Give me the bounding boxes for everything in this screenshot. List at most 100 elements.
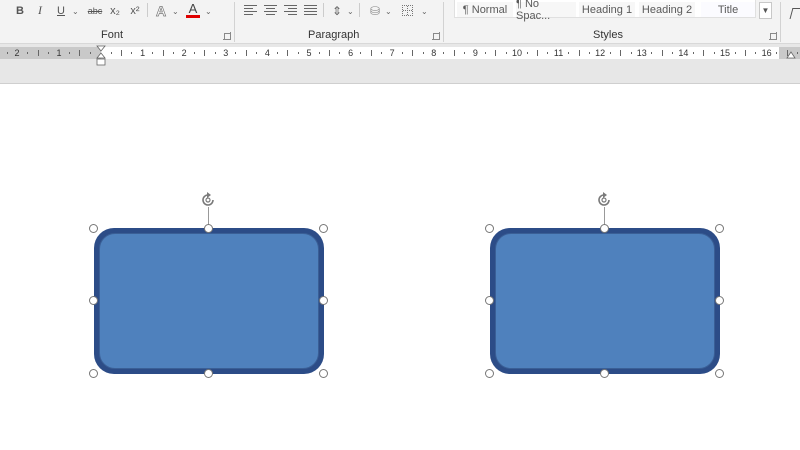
align-left-icon[interactable] [244,5,257,15]
ruler-tick [6,52,8,54]
ruler-tick [547,52,549,54]
line-spacing-dropdown-icon[interactable]: ⌄ [347,7,354,16]
font-color-dropdown-icon[interactable]: ⌄ [205,7,212,16]
ruler-tick [776,52,778,54]
ruler-tick [131,52,133,54]
resize-handle-top[interactable] [600,224,609,233]
style-heading-2[interactable]: Heading 2 [639,2,695,17]
divider [359,3,360,17]
strikethrough-button[interactable]: abc [84,2,106,19]
rotate-handle-icon[interactable] [594,190,614,210]
font-dialog-launcher-icon[interactable] [223,32,231,40]
resize-handle-bottom[interactable] [204,369,213,378]
ruler-tick [245,50,247,56]
resize-handle-left[interactable] [485,296,494,305]
indent-marker-icon[interactable] [96,45,106,67]
ruler-tick [48,52,50,54]
rounded-rectangle-fill[interactable] [495,233,715,369]
shading-button[interactable]: ⛁ [366,2,384,19]
resize-handle-right[interactable] [715,296,724,305]
ruler-tick [318,52,320,54]
font-color-button[interactable]: A [186,1,200,19]
document-page[interactable] [0,84,800,450]
styles-dialog-launcher-icon[interactable] [769,32,777,40]
ruler-tick [69,52,70,54]
rounded-rectangle-fill[interactable] [99,233,319,369]
ruler-tick [464,52,466,54]
justify-icon[interactable] [304,5,317,15]
style-no-spacing[interactable]: ¶ No Spac... [516,0,576,22]
style-normal[interactable]: ¶ Normal [457,2,513,17]
ruler-area: 2 1 1 2 3 4 5 6 7 8 9 10 11 12 13 14 15 16 [0,44,800,84]
select-icon[interactable] [789,8,800,19]
ruler-tick [152,52,154,54]
ruler-tick [401,52,403,54]
resize-handle-bottom-right[interactable] [319,369,328,378]
borders-icon [401,5,413,16]
underline-button[interactable]: U [54,2,68,19]
ruler-number: 12 [595,48,606,58]
paragraph-dialog-launcher-icon[interactable] [432,32,440,40]
resize-handle-left[interactable] [89,296,98,305]
ruler-tick [235,52,237,54]
ruler-tick [110,52,112,54]
ruler-tick [204,50,206,56]
ruler-tick [297,52,299,54]
shape-rounded-rectangle-1[interactable] [90,224,330,376]
shape-rounded-rectangle-2[interactable] [486,224,726,376]
resize-handle-bottom-left[interactable] [485,369,494,378]
align-center-icon[interactable] [264,5,277,15]
resize-handle-bottom[interactable] [600,369,609,378]
resize-handle-top-right[interactable] [715,224,724,233]
ruler-number: 9 [472,48,478,58]
ruler-tick [713,52,715,54]
horizontal-ruler[interactable]: 2 1 1 2 3 4 5 6 7 8 9 10 11 12 13 14 15 16 [0,47,800,59]
paragraph-group: ⇕ ⌄ ⛁ ⌄ ⌄ Paragraph [235,0,443,44]
borders-dropdown-icon[interactable]: ⌄ [421,7,428,16]
ruler-tick [630,52,632,54]
borders-button[interactable] [399,2,415,19]
resize-handle-bottom-right[interactable] [715,369,724,378]
resize-handle-right[interactable] [319,296,328,305]
ruler-tick [568,52,570,54]
ruler-tick [609,52,611,54]
subscript-button[interactable]: x₂ [107,2,123,19]
text-effects-button[interactable]: A [152,2,170,19]
ruler-tick [381,52,382,54]
ruler-tick [422,52,424,54]
right-indent-marker-icon[interactable] [786,51,796,59]
rounded-rectangle-outline[interactable] [490,228,720,374]
style-title[interactable]: Title [701,2,755,17]
rounded-rectangle-outline[interactable] [94,228,324,374]
text-effects-dropdown-icon[interactable]: ⌄ [172,7,179,16]
rotate-handle-icon[interactable] [198,190,218,210]
ruler-tick [745,50,746,56]
bold-button[interactable]: B [13,2,27,19]
font-color-icon: A [188,1,198,16]
italic-button[interactable]: I [33,2,47,19]
resize-handle-top-right[interactable] [319,224,328,233]
style-heading-1[interactable]: Heading 1 [579,2,635,17]
ruler-number: 15 [719,48,731,58]
ruler-number: 2 [14,48,20,58]
align-right-icon[interactable] [284,5,297,15]
resize-handle-top[interactable] [204,224,213,233]
ruler-tick [329,50,330,56]
shading-dropdown-icon[interactable]: ⌄ [385,7,392,16]
ruler-tick [485,52,486,54]
ruler-number: 11 [553,48,564,58]
ruler-tick [526,52,528,54]
styles-group-label: Styles [593,29,623,41]
resize-handle-top-left[interactable] [89,224,98,233]
ruler-tick [578,50,580,56]
resize-handle-bottom-left[interactable] [89,369,98,378]
resize-handle-top-left[interactable] [485,224,494,233]
line-spacing-button[interactable]: ⇕ [328,2,346,19]
ruler-tick [277,52,278,54]
font-color-bar [186,15,200,18]
font-group-label: Font [101,29,124,41]
ruler-tick [37,50,39,56]
styles-more-button[interactable]: ▼ [759,2,772,19]
superscript-button[interactable]: x² [127,2,143,19]
underline-dropdown-icon[interactable]: ⌄ [72,7,79,16]
